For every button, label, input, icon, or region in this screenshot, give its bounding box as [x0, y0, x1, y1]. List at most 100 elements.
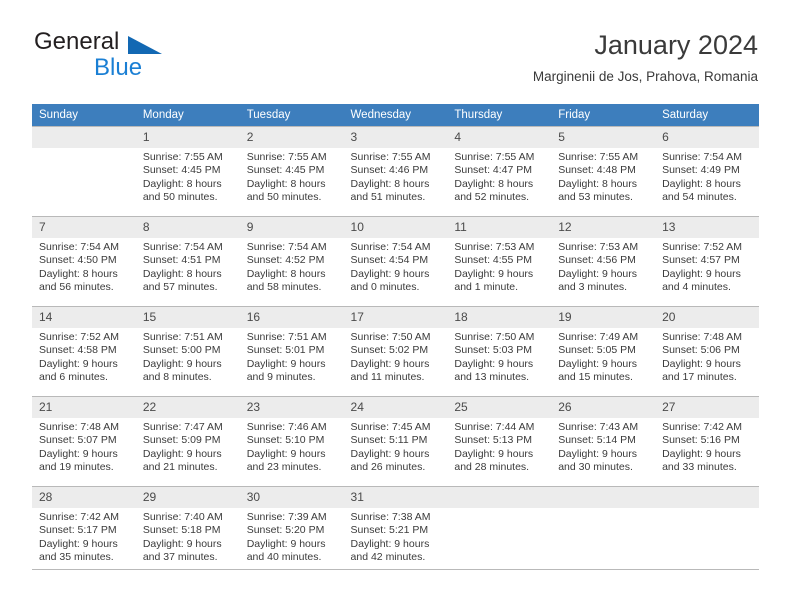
calendar-day-cell[interactable]: 2 Sunrise: 7:55 AM Sunset: 4:45 PM Daylight…: [239, 126, 344, 217]
day-number: 7: [32, 217, 136, 238]
day-info-line: Sunset: 4:48 PM: [558, 164, 636, 177]
calendar-day-cell[interactable]: 24 Sunrise: 7:45 AM Sunset: 5:11 PM Dayligh…: [343, 396, 448, 487]
day-info-line: Daylight: 9 hours: [39, 447, 118, 460]
day-info-line: and 53 minutes.: [558, 191, 633, 204]
calendar-day-cell[interactable]: 15 Sunrise: 7:51 AM Sunset: 5:00 PM Dayligh…: [135, 306, 240, 397]
day-info-line: and 26 minutes.: [350, 461, 426, 474]
calendar-day-cell[interactable]: 22 Sunrise: 7:47 AM Sunset: 5:09 PM Dayligh…: [135, 396, 240, 487]
day-info-line: Sunset: 4:47 PM: [454, 164, 533, 177]
calendar-day-cell[interactable]: 30 Sunrise: 7:39 AM Sunset: 5:20 PM Dayligh…: [239, 486, 344, 576]
calendar-grid: Sunday Monday Tuesday Wednesday Thursday Frid…: [32, 104, 759, 576]
day-info-line: Daylight: 9 hours: [454, 267, 534, 280]
day-info-line: Daylight: 9 hours: [558, 267, 638, 280]
day-info-line: and 8 minutes.: [142, 371, 212, 384]
day-info-line: Sunset: 5:00 PM: [142, 344, 221, 357]
day-info-line: Sunrise: 7:55 AM: [350, 151, 431, 163]
calendar-week-row: 1 Sunrise: 7:55 AM Sunset: 4:45 PM Daylight…: [32, 126, 759, 217]
calendar-day-cell[interactable]: 5 Sunrise: 7:55 AM Sunset: 4:48 PM Daylight…: [551, 126, 656, 217]
day-number: 28: [32, 487, 136, 508]
day-sun-info: Sunrise: 7:47 AM Sunset: 5:09 PM Daylight:…: [136, 418, 240, 475]
day-info-line: Sunrise: 7:54 AM: [246, 241, 327, 253]
day-sun-info: Sunrise: 7:54 AM Sunset: 4:51 PM Daylight:…: [136, 238, 240, 295]
calendar-day-cell[interactable]: 1 Sunrise: 7:55 AM Sunset: 4:45 PM Daylight…: [135, 126, 240, 217]
day-number: 20: [655, 307, 759, 328]
day-info-line: Daylight: 9 hours: [246, 357, 326, 370]
day-number: 31: [343, 487, 448, 508]
day-info-line: Sunrise: 7:53 AM: [558, 241, 639, 253]
calendar-day-cell[interactable]: 31 Sunrise: 7:38 AM Sunset: 5:21 PM Dayligh…: [343, 486, 448, 576]
day-info-line: Sunset: 4:54 PM: [350, 254, 429, 267]
calendar-day-cell[interactable]: 21 Sunrise: 7:48 AM Sunset: 5:07 PM Dayligh…: [32, 396, 136, 487]
day-number: 22: [135, 397, 240, 418]
day-info-line: Daylight: 8 hours: [246, 267, 326, 280]
day-info-line: Sunset: 4:49 PM: [662, 164, 740, 177]
day-info-line: Daylight: 8 hours: [142, 177, 222, 190]
day-info-line: and 4 minutes.: [662, 281, 731, 294]
calendar-day-cell[interactable]: 23 Sunrise: 7:46 AM Sunset: 5:10 PM Dayligh…: [239, 396, 344, 487]
day-info-line: Sunrise: 7:51 AM: [246, 331, 327, 343]
calendar-day-cell[interactable]: 10 Sunrise: 7:54 AM Sunset: 4:54 PM Dayligh…: [343, 216, 448, 307]
day-info-line: and 21 minutes.: [142, 461, 218, 474]
calendar-day-cell[interactable]: 18 Sunrise: 7:50 AM Sunset: 5:03 PM Dayligh…: [447, 306, 552, 397]
general-blue-logo[interactable]: General Blue: [32, 28, 242, 88]
day-info-line: Sunrise: 7:45 AM: [350, 421, 431, 433]
calendar-head: Sunday Monday Tuesday Wednesday Thursday Frid…: [32, 104, 759, 127]
day-sun-info: Sunrise: 7:55 AM Sunset: 4:45 PM Daylight:…: [136, 148, 240, 205]
day-number: 13: [655, 217, 759, 238]
day-sun-info: Sunrise: 7:50 AM Sunset: 5:02 PM Daylight:…: [344, 328, 448, 385]
calendar-day-cell[interactable]: 14 Sunrise: 7:52 AM Sunset: 4:58 PM Dayligh…: [32, 306, 136, 397]
day-sun-info: Sunrise: 7:51 AM Sunset: 5:00 PM Daylight:…: [136, 328, 240, 385]
calendar-day-cell[interactable]: 7 Sunrise: 7:54 AM Sunset: 4:50 PM Daylight…: [32, 216, 136, 307]
day-info-line: Sunrise: 7:40 AM: [142, 511, 223, 523]
calendar-day-cell[interactable]: 13 Sunrise: 7:52 AM Sunset: 4:57 PM Dayligh…: [655, 216, 759, 307]
day-number: 11: [447, 217, 552, 238]
calendar-day-cell[interactable]: 11 Sunrise: 7:53 AM Sunset: 4:55 PM Dayligh…: [447, 216, 552, 307]
calendar-day-cell[interactable]: 28 Sunrise: 7:42 AM Sunset: 5:17 PM Dayligh…: [32, 486, 136, 576]
calendar-day-cell[interactable]: 12 Sunrise: 7:53 AM Sunset: 4:56 PM Dayligh…: [551, 216, 656, 307]
day-info-line: Sunset: 5:10 PM: [246, 434, 325, 447]
day-info-line: Daylight: 9 hours: [662, 267, 741, 280]
day-info-line: Daylight: 9 hours: [246, 537, 326, 550]
day-info-line: Sunset: 5:09 PM: [142, 434, 221, 447]
day-info-line: and 30 minutes.: [558, 461, 633, 474]
calendar-day-cell[interactable]: 4 Sunrise: 7:55 AM Sunset: 4:47 PM Daylight…: [447, 126, 552, 217]
calendar-day-cell[interactable]: 26 Sunrise: 7:43 AM Sunset: 5:14 PM Dayligh…: [551, 396, 656, 487]
day-info-line: Daylight: 8 hours: [246, 177, 326, 190]
weekday-header-thursday: Thursday: [447, 104, 552, 127]
day-sun-info: Sunrise: 7:40 AM Sunset: 5:18 PM Daylight:…: [136, 508, 240, 565]
day-sun-info: Sunrise: 7:48 AM Sunset: 5:07 PM Daylight:…: [32, 418, 136, 475]
calendar-day-cell[interactable]: 6 Sunrise: 7:54 AM Sunset: 4:49 PM Daylight…: [655, 126, 759, 217]
calendar-day-cell[interactable]: 25 Sunrise: 7:44 AM Sunset: 5:13 PM Dayligh…: [447, 396, 552, 487]
day-info-line: and 13 minutes.: [454, 371, 530, 384]
calendar-day-cell[interactable]: 8 Sunrise: 7:54 AM Sunset: 4:51 PM Daylight…: [135, 216, 240, 307]
day-info-line: and 37 minutes.: [142, 551, 218, 564]
day-info-line: Sunset: 5:05 PM: [558, 344, 636, 357]
day-info-line: Daylight: 8 hours: [454, 177, 534, 190]
day-number: 30: [239, 487, 344, 508]
day-number: 10: [343, 217, 448, 238]
calendar-day-cell[interactable]: 9 Sunrise: 7:54 AM Sunset: 4:52 PM Daylight…: [239, 216, 344, 307]
calendar-day-cell[interactable]: 29 Sunrise: 7:40 AM Sunset: 5:18 PM Dayligh…: [135, 486, 240, 576]
day-info-line: Sunrise: 7:44 AM: [454, 421, 535, 433]
day-info-line: and 58 minutes.: [246, 281, 322, 294]
day-info-line: and 0 minutes.: [350, 281, 420, 294]
day-number: 24: [343, 397, 448, 418]
day-sun-info: Sunrise: 7:52 AM Sunset: 4:58 PM Daylight:…: [32, 328, 136, 385]
day-number: 29: [135, 487, 240, 508]
calendar-day-cell[interactable]: 20 Sunrise: 7:48 AM Sunset: 5:06 PM Dayligh…: [655, 306, 759, 397]
calendar-day-cell[interactable]: 17 Sunrise: 7:50 AM Sunset: 5:02 PM Dayligh…: [343, 306, 448, 397]
page-header: General Blue January 2024 Marginenii de …: [32, 28, 758, 94]
weekday-header-sunday: Sunday: [32, 104, 136, 127]
day-info-line: Daylight: 8 hours: [558, 177, 638, 190]
day-info-line: Daylight: 9 hours: [662, 357, 741, 370]
day-number: 9: [239, 217, 344, 238]
day-sun-info: Sunrise: 7:42 AM Sunset: 5:16 PM Daylight:…: [655, 418, 759, 475]
calendar-week-row: 28 Sunrise: 7:42 AM Sunset: 5:17 PM Dayligh…: [32, 486, 759, 576]
calendar-day-cell[interactable]: 16 Sunrise: 7:51 AM Sunset: 5:01 PM Dayligh…: [239, 306, 344, 397]
day-number: 27: [655, 397, 759, 418]
weekday-header-row: Sunday Monday Tuesday Wednesday Thursday Frid…: [32, 104, 759, 127]
day-info-line: Sunrise: 7:47 AM: [142, 421, 223, 433]
calendar-day-cell[interactable]: 27 Sunrise: 7:42 AM Sunset: 5:16 PM Dayligh…: [655, 396, 759, 487]
calendar-day-cell[interactable]: 19 Sunrise: 7:49 AM Sunset: 5:05 PM Dayligh…: [551, 306, 656, 397]
calendar-day-cell[interactable]: 3 Sunrise: 7:55 AM Sunset: 4:46 PM Daylight…: [343, 126, 448, 217]
